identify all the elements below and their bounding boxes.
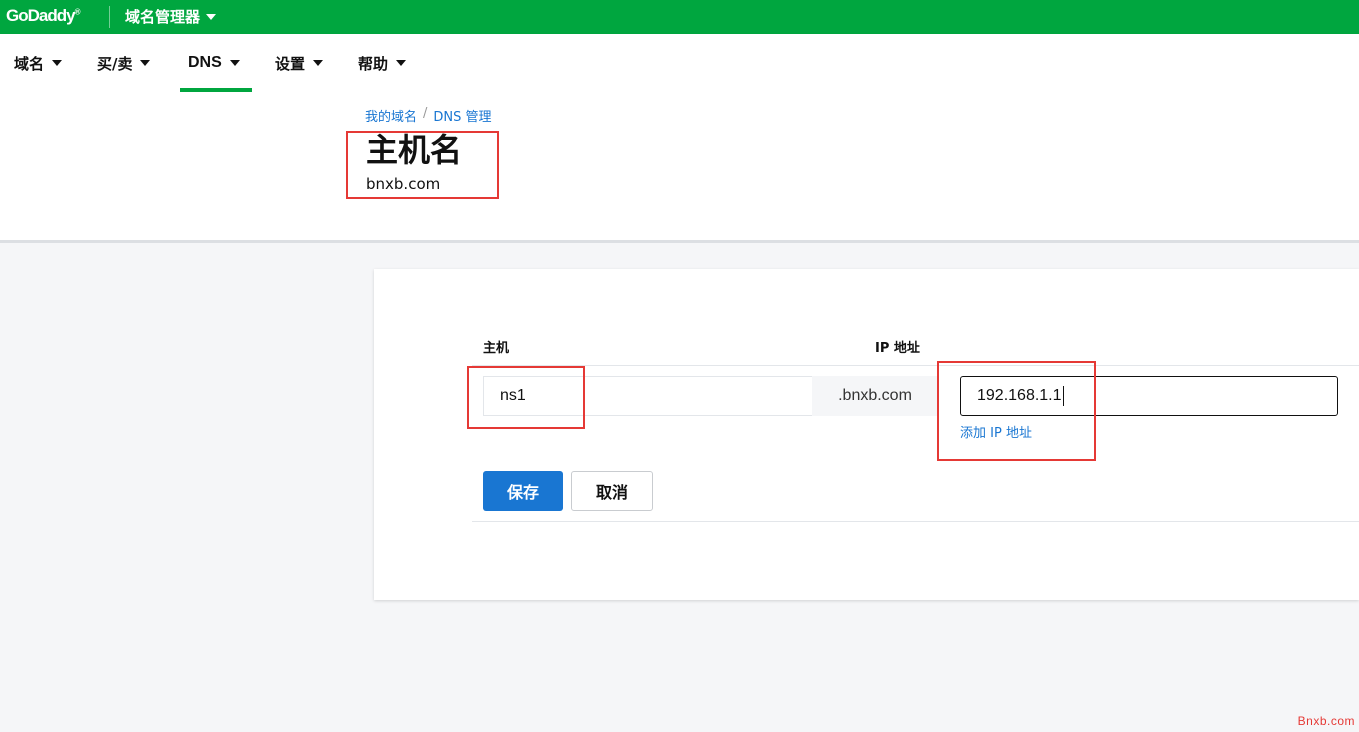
hostname-form-card [374,269,1359,600]
save-button[interactable]: 保存 [483,471,563,511]
header-row-divider [472,365,1359,366]
chevron-down-icon [206,13,217,20]
host-column-label: 主机 [483,341,510,356]
watermark: Bnxb.com [1297,714,1355,728]
nav-item-label: 帮助 [358,54,389,73]
nav-item-settings[interactable]: 设置 [275,34,324,92]
text-caret [1062,385,1064,406]
domain-manager-label: 域名管理器 [125,8,201,26]
main-nav: 域名 买/卖 DNS 设置 帮助 [0,34,1359,92]
cancel-button[interactable]: 取消 [571,471,653,511]
godaddy-logo[interactable]: GoDaddy® [6,6,80,26]
top-bar: GoDaddy® 域名管理器 [0,0,1359,34]
page-subtitle: bnxb.com [366,175,441,193]
domain-suffix: .bnxb.com [812,376,938,416]
breadcrumb-separator: / [423,106,428,121]
domain-manager-menu[interactable]: 域名管理器 [125,6,217,27]
topbar-divider [109,6,110,28]
chevron-down-icon [313,60,324,66]
breadcrumb: 我的域名 / DNS 管理 [365,106,492,125]
nav-item-label: 域名 [14,54,45,73]
nav-item-domains[interactable]: 域名 [14,34,63,92]
ip-address-value: 192.168.1.1 [977,387,1062,404]
nav-item-dns[interactable]: DNS [180,34,252,92]
host-input[interactable]: ns1 [483,376,813,416]
add-ip-address-link[interactable]: 添加 IP 地址 [960,422,1032,441]
breadcrumb-my-domains[interactable]: 我的域名 [365,106,417,125]
logo-trademark: ® [74,7,81,17]
page-header [0,92,1359,240]
chevron-down-icon [396,60,407,66]
logo-text: GoDaddy [6,6,76,25]
nav-item-label: 买/卖 [97,54,133,73]
page-title: 主机名 [366,131,463,169]
nav-item-label: 设置 [275,54,306,73]
form-bottom-divider [472,521,1359,522]
nav-item-help[interactable]: 帮助 [358,34,407,92]
nav-item-label: DNS [188,54,222,71]
nav-item-buy-sell[interactable]: 买/卖 [97,34,151,92]
chevron-down-icon [229,60,240,66]
chevron-down-icon [52,60,63,66]
chevron-down-icon [140,60,151,66]
header-divider [0,240,1359,243]
ip-column-label: IP 地址 [875,341,920,356]
breadcrumb-dns-management[interactable]: DNS 管理 [433,106,491,125]
ip-address-input[interactable]: 192.168.1.1 [960,376,1338,416]
